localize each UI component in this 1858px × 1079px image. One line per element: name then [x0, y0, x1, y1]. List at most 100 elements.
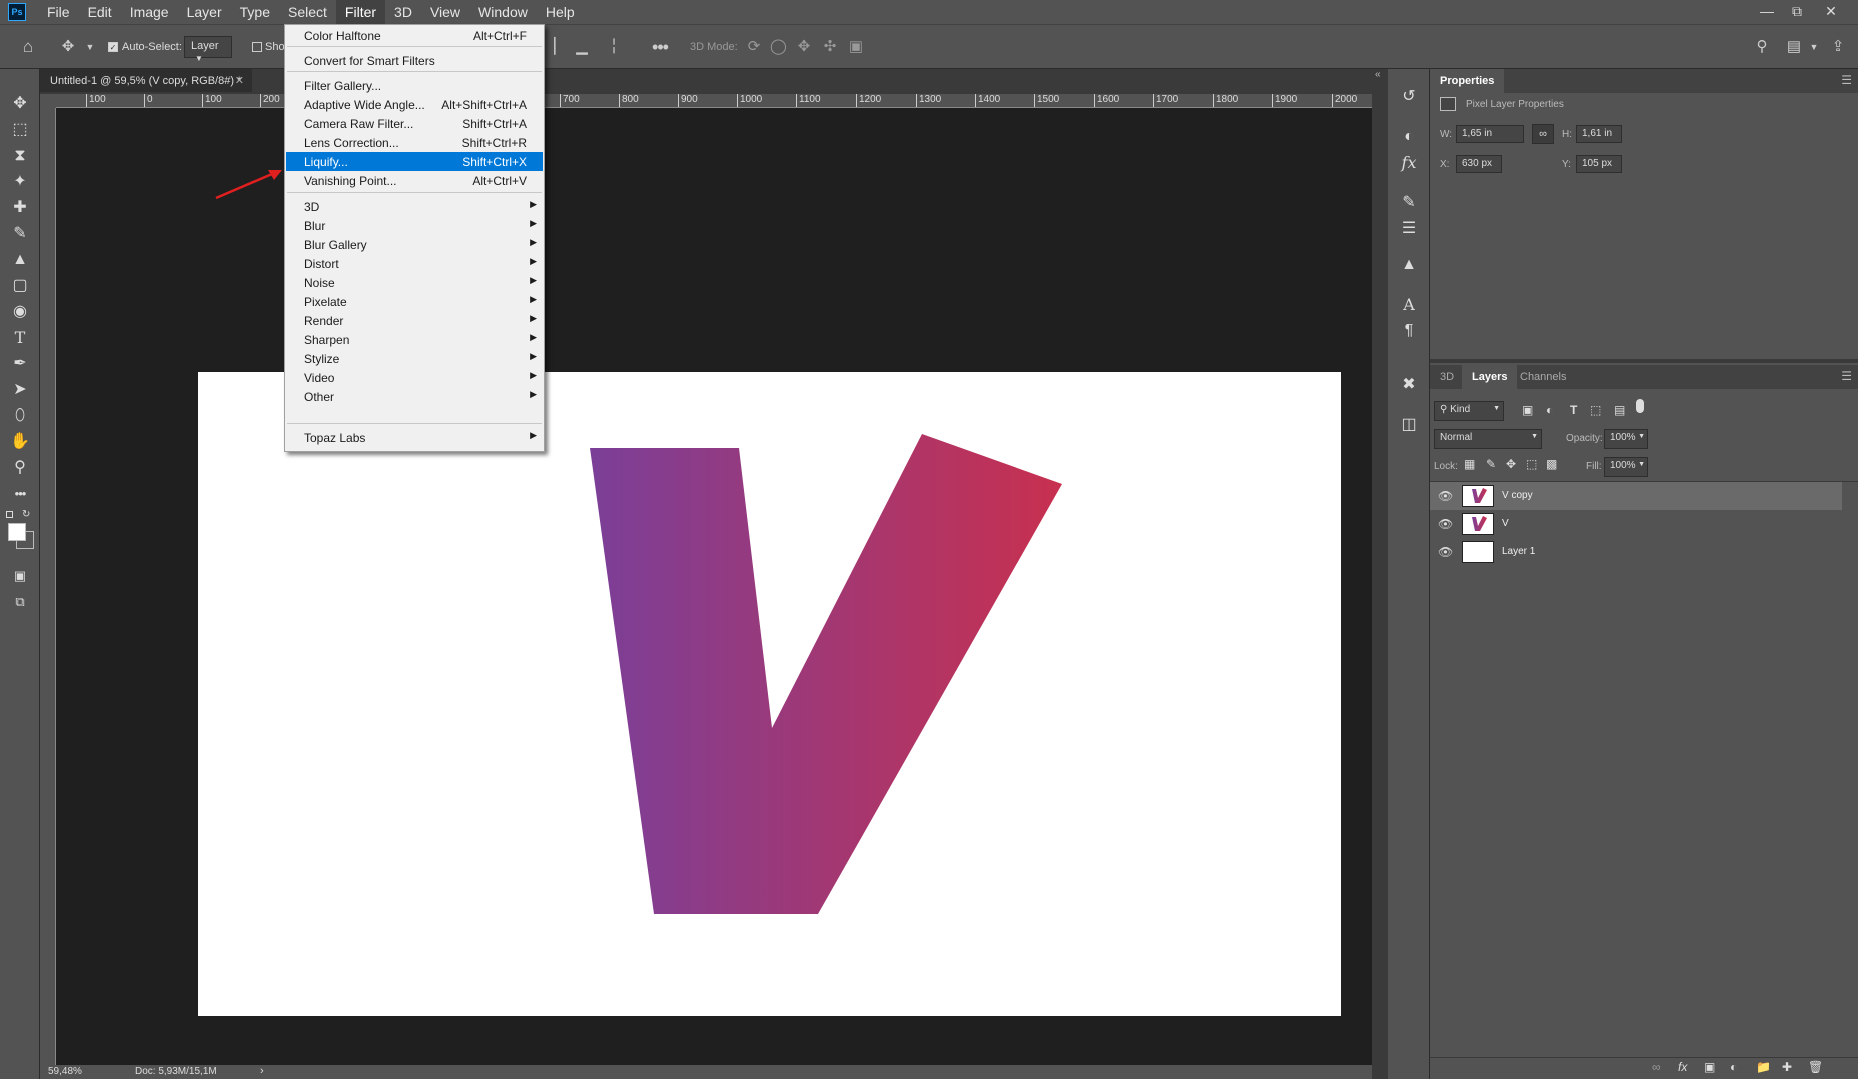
- stamp-tool-icon[interactable]: ▲: [8, 249, 32, 271]
- menu-help[interactable]: Help: [537, 0, 584, 24]
- menu-select[interactable]: Select: [279, 0, 336, 24]
- swap-colors-icon[interactable]: ↻: [22, 509, 30, 520]
- character-icon[interactable]: A: [1399, 295, 1419, 315]
- menu-item-3d[interactable]: 3D ▶: [286, 197, 543, 216]
- kind-filter-dropdown[interactable]: ⚲ Kind ▼: [1434, 401, 1504, 421]
- lock-position-icon[interactable]: ✥: [1506, 457, 1516, 471]
- tab-3d[interactable]: 3D: [1430, 365, 1464, 389]
- menu-file[interactable]: File: [38, 0, 79, 24]
- auto-select-checkbox[interactable]: ✓ Auto-Select:: [108, 25, 182, 69]
- menu-item-adaptive-wide-angle[interactable]: Adaptive Wide Angle... Alt+Shift+Ctrl+A: [286, 95, 543, 114]
- panel-divider[interactable]: [1430, 359, 1858, 363]
- menu-item-convert-smart-filters[interactable]: Convert for Smart Filters: [286, 51, 543, 70]
- quick-mask-icon[interactable]: ▣: [8, 565, 32, 587]
- menu-item-distort[interactable]: Distort ▶: [286, 254, 543, 273]
- eyedropper-tool-icon[interactable]: ✚: [8, 197, 32, 219]
- menu-item-pixelate[interactable]: Pixelate ▶: [286, 292, 543, 311]
- layer-row-v[interactable]: 👁 V: [1430, 510, 1842, 538]
- layer-row-v-copy[interactable]: 👁 V copy: [1430, 482, 1842, 510]
- pen-tool-icon[interactable]: ✒: [8, 353, 32, 375]
- more-options-icon[interactable]: •••: [652, 38, 669, 56]
- height-field[interactable]: 1,61 in: [1576, 125, 1622, 143]
- color-swatches[interactable]: ↻: [6, 509, 34, 553]
- clone-source-icon[interactable]: ▲: [1399, 255, 1419, 275]
- menu-filter[interactable]: Filter: [335, 0, 386, 24]
- blend-mode-dropdown[interactable]: Normal ▼: [1434, 429, 1542, 449]
- visibility-eye-icon[interactable]: 👁: [1438, 517, 1453, 531]
- zoom-level[interactable]: 59,48%: [48, 1066, 82, 1077]
- search-icon[interactable]: ⚲: [1754, 39, 1770, 55]
- minimize-icon[interactable]: —: [1752, 0, 1782, 24]
- adjustment-layer-icon[interactable]: ◐: [1730, 1060, 1737, 1074]
- y-field[interactable]: 105 px: [1576, 155, 1622, 173]
- filter-adjustment-icon[interactable]: ◐: [1546, 403, 1553, 417]
- collapse-icon[interactable]: «: [1375, 69, 1381, 80]
- eraser-tool-icon[interactable]: ▢: [8, 275, 32, 297]
- lasso-tool-icon[interactable]: ⧗: [8, 145, 32, 167]
- 3d-pan-icon[interactable]: ✥: [796, 39, 812, 55]
- distribute-icon[interactable]: ╎: [606, 39, 622, 55]
- share-icon[interactable]: ⇪: [1830, 39, 1846, 55]
- fill-field[interactable]: 100% ▼: [1604, 457, 1648, 477]
- layer-style-icon[interactable]: fx: [1678, 1060, 1687, 1074]
- menu-item-stylize[interactable]: Stylize ▶: [286, 349, 543, 368]
- lock-all-icon[interactable]: ▩: [1546, 457, 1557, 471]
- type-tool-icon[interactable]: T: [8, 327, 32, 349]
- panel-menu-icon[interactable]: ☰: [1841, 73, 1852, 87]
- 3d-orbit-icon[interactable]: ⟳: [746, 39, 762, 55]
- lock-artboard-icon[interactable]: ⬚: [1526, 457, 1537, 471]
- history-icon[interactable]: ↺: [1399, 87, 1419, 107]
- panel-collapse-bar[interactable]: «: [1372, 69, 1388, 1079]
- width-field[interactable]: 1,65 in: [1456, 125, 1524, 143]
- menu-item-render[interactable]: Render ▶: [286, 311, 543, 330]
- menu-item-noise[interactable]: Noise ▶: [286, 273, 543, 292]
- link-icon[interactable]: ∞: [1532, 124, 1554, 144]
- x-field[interactable]: 630 px: [1456, 155, 1502, 173]
- menu-item-video[interactable]: Video ▶: [286, 368, 543, 387]
- menu-item-blur[interactable]: Blur ▶: [286, 216, 543, 235]
- filter-type-icon[interactable]: T: [1570, 403, 1577, 417]
- ruler-origin[interactable]: [40, 94, 56, 108]
- menu-layer[interactable]: Layer: [178, 0, 231, 24]
- ruler-vertical[interactable]: [40, 108, 56, 1065]
- sliders-icon[interactable]: ☰: [1399, 219, 1419, 239]
- 3d-scale-icon[interactable]: ▣: [848, 39, 864, 55]
- paragraph-icon[interactable]: ¶: [1399, 321, 1419, 341]
- canvas-area[interactable]: [56, 108, 1372, 1065]
- marquee-tool-icon[interactable]: ⬚: [8, 119, 32, 141]
- tab-properties[interactable]: Properties: [1430, 69, 1505, 93]
- lock-transparent-icon[interactable]: ▦: [1464, 457, 1475, 471]
- screen-mode-icon[interactable]: ⧉: [8, 591, 32, 613]
- align-top-icon[interactable]: ▏: [552, 39, 568, 55]
- menu-item-blur-gallery[interactable]: Blur Gallery ▶: [286, 235, 543, 254]
- 3d-roll-icon[interactable]: ◯: [770, 39, 787, 55]
- menu-image[interactable]: Image: [121, 0, 178, 24]
- ellipse-tool-icon[interactable]: ⬯: [8, 405, 32, 427]
- visibility-eye-icon[interactable]: 👁: [1438, 489, 1453, 503]
- filter-shape-icon[interactable]: ⬚: [1590, 403, 1601, 417]
- chevron-right-icon[interactable]: ›: [260, 1065, 264, 1077]
- close-icon[interactable]: ✕: [1816, 0, 1846, 24]
- new-group-icon[interactable]: 📁: [1756, 1060, 1771, 1074]
- filter-toggle-icon[interactable]: [1636, 399, 1644, 413]
- home-icon[interactable]: ⌂: [20, 38, 36, 55]
- move-tool-icon[interactable]: ✥: [8, 93, 32, 115]
- zoom-tool-icon[interactable]: ⚲: [8, 457, 32, 479]
- default-colors-icon[interactable]: [6, 511, 13, 518]
- menu-view[interactable]: View: [421, 0, 469, 24]
- menu-item-sharpen[interactable]: Sharpen ▶: [286, 330, 543, 349]
- lock-pixels-icon[interactable]: ✎: [1486, 457, 1496, 471]
- delete-layer-icon[interactable]: 🗑: [1808, 1060, 1823, 1074]
- menu-type[interactable]: Type: [231, 0, 279, 24]
- new-layer-icon[interactable]: ✚: [1782, 1060, 1792, 1074]
- menu-item-other[interactable]: Other ▶: [286, 387, 543, 406]
- menu-item-camera-raw-filter[interactable]: Camera Raw Filter... Shift+Ctrl+A: [286, 114, 543, 133]
- menu-item-topaz-labs[interactable]: Topaz Labs ▶: [286, 428, 543, 447]
- link-layers-icon[interactable]: ∞: [1652, 1060, 1661, 1074]
- panel-menu-icon[interactable]: ☰: [1841, 369, 1852, 383]
- add-mask-icon[interactable]: ▣: [1704, 1060, 1715, 1074]
- show-transform-checkbox[interactable]: Sho: [252, 25, 285, 69]
- workspace-icon[interactable]: ▤: [1786, 39, 1802, 55]
- close-tab-icon[interactable]: ✕: [235, 74, 244, 87]
- menu-window[interactable]: Window: [469, 0, 537, 24]
